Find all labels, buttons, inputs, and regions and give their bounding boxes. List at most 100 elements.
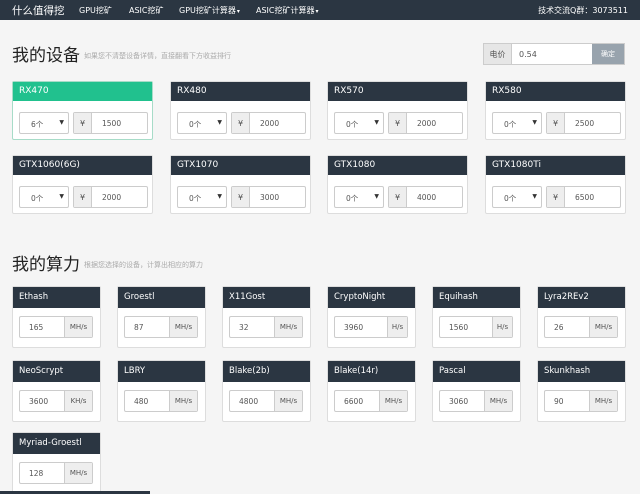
device-price-group: ¥6500 [546, 186, 621, 208]
nav-item-gpu-mining[interactable]: GPU挖矿 [79, 5, 112, 16]
hashrate-input[interactable]: 6600 [335, 391, 379, 411]
algo-card-skunkhash: Skunkhash 90 MH/s [537, 360, 626, 422]
device-name: RX580 [486, 82, 625, 101]
electricity-price-input[interactable] [512, 44, 592, 64]
dropdown-arrow-icon: ▼ [374, 119, 379, 126]
hashrate-input[interactable]: 32 [230, 317, 274, 337]
hashrate-unit: MH/s [169, 391, 197, 411]
algo-card-blake-14r: Blake(14r) 6600 MH/s [327, 360, 416, 422]
algo-name: Blake(14r) [328, 361, 415, 382]
hashrate-input[interactable]: 3600 [20, 391, 64, 411]
device-price-input[interactable]: 4000 [407, 187, 462, 207]
algo-name: X11Gost [223, 287, 310, 308]
hashrate-input[interactable]: 1560 [440, 317, 492, 337]
device-card-gtx1060-6g: GTX1060(6G) 0个 ▼ ¥2000 [12, 155, 153, 214]
electricity-price-group: 电价 确定 [483, 43, 625, 65]
hashrate-input[interactable]: 480 [125, 391, 169, 411]
yen-icon: ¥ [74, 113, 92, 133]
yen-icon: ¥ [232, 187, 250, 207]
hashrate-unit: MH/s [64, 317, 92, 337]
algo-name: Lyra2REv2 [538, 287, 625, 308]
hashrate-group: 32 MH/s [229, 316, 303, 338]
hashrate-section-subtitle: 根据您选择的设备，计算出相应的算力 [84, 261, 203, 269]
devices-section-title: 我的设备 [12, 46, 80, 66]
device-price-input[interactable]: 1500 [92, 113, 147, 133]
hashrate-group: 90 MH/s [544, 390, 618, 412]
device-name: GTX1060(6G) [13, 156, 152, 175]
device-price-group: ¥3000 [231, 186, 306, 208]
algo-card-neoscrypt: NeoScrypt 3600 KH/s [12, 360, 101, 422]
device-quantity-select[interactable]: 6个 ▼ [19, 112, 69, 134]
site-brand[interactable]: 什么值得挖 [12, 3, 65, 18]
hashrate-group: 480 MH/s [124, 390, 198, 412]
hashrate-group: 3600 KH/s [19, 390, 93, 412]
hashrate-group: 165 MH/s [19, 316, 93, 338]
hashrate-input[interactable]: 87 [125, 317, 169, 337]
device-price-group: ¥2500 [546, 112, 621, 134]
hashrate-section-title: 我的算力 [12, 255, 80, 275]
hashrate-unit: MH/s [484, 391, 512, 411]
device-price-input[interactable]: 2000 [250, 113, 305, 133]
dropdown-arrow-icon: ▼ [374, 193, 379, 200]
device-price-group: ¥4000 [388, 186, 463, 208]
device-price-group: ¥2000 [231, 112, 306, 134]
device-name: RX570 [328, 82, 467, 101]
hashrate-input[interactable]: 165 [20, 317, 64, 337]
algo-name: Equihash [433, 287, 520, 308]
dropdown-arrow-icon: ▼ [217, 119, 222, 126]
nav-item-asic-mining[interactable]: ASIC挖矿 [129, 5, 164, 16]
device-name: RX470 [13, 82, 152, 101]
confirm-button[interactable]: 确定 [592, 44, 624, 64]
hashrate-unit: MH/s [169, 317, 197, 337]
hashrate-input[interactable]: 90 [545, 391, 589, 411]
hashrate-input[interactable]: 4800 [230, 391, 274, 411]
device-quantity-select[interactable]: 0个 ▼ [334, 186, 384, 208]
algo-card-x11gost: X11Gost 32 MH/s [222, 286, 311, 348]
device-price-group: ¥2000 [73, 186, 148, 208]
device-quantity-select[interactable]: 0个 ▼ [177, 112, 227, 134]
algo-card-groestl: Groestl 87 MH/s [117, 286, 206, 348]
device-quantity-select[interactable]: 0个 ▼ [492, 112, 542, 134]
hashrate-unit: MH/s [379, 391, 407, 411]
nav-item-asic-calculator[interactable]: ASIC挖矿计算器▾ [256, 5, 319, 16]
hashrate-input[interactable]: 128 [20, 463, 64, 483]
device-price-input[interactable]: 2500 [565, 113, 620, 133]
dropdown-arrow-icon: ▼ [59, 193, 64, 200]
dropdown-arrow-icon: ▼ [59, 119, 64, 126]
device-price-group: ¥1500 [73, 112, 148, 134]
device-name: GTX1070 [171, 156, 310, 175]
algo-card-lbry: LBRY 480 MH/s [117, 360, 206, 422]
yen-icon: ¥ [547, 113, 565, 133]
algo-name: LBRY [118, 361, 205, 382]
yen-icon: ¥ [389, 187, 407, 207]
device-card-rx480: RX480 0个 ▼ ¥2000 [170, 81, 311, 140]
device-name: GTX1080 [328, 156, 467, 175]
yen-icon: ¥ [389, 113, 407, 133]
device-quantity-select[interactable]: 0个 ▼ [334, 112, 384, 134]
device-price-group: ¥2000 [388, 112, 463, 134]
device-quantity-select[interactable]: 0个 ▼ [177, 186, 227, 208]
device-card-gtx1080: GTX1080 0个 ▼ ¥4000 [327, 155, 468, 214]
device-quantity-select[interactable]: 0个 ▼ [19, 186, 69, 208]
electricity-price-label: 电价 [484, 44, 512, 64]
hashrate-input[interactable]: 3060 [440, 391, 484, 411]
algo-name: Groestl [118, 287, 205, 308]
algo-name: Ethash [13, 287, 100, 308]
hashrate-unit: H/s [492, 317, 512, 337]
device-name: RX480 [171, 82, 310, 101]
device-price-input[interactable]: 3000 [250, 187, 305, 207]
hashrate-unit: MH/s [274, 317, 302, 337]
device-quantity-select[interactable]: 0个 ▼ [492, 186, 542, 208]
device-price-input[interactable]: 2000 [92, 187, 147, 207]
algo-card-myriad-groestl: Myriad-Groestl 128 MH/s [12, 432, 101, 494]
device-price-input[interactable]: 2000 [407, 113, 462, 133]
hashrate-input[interactable]: 3960 [335, 317, 387, 337]
algo-name: CryptoNight [328, 287, 415, 308]
device-price-input[interactable]: 6500 [565, 187, 620, 207]
hashrate-unit: H/s [387, 317, 407, 337]
hashrate-unit: MH/s [589, 317, 617, 337]
yen-icon: ¥ [547, 187, 565, 207]
hashrate-input[interactable]: 26 [545, 317, 589, 337]
hashrate-unit: MH/s [274, 391, 302, 411]
nav-item-gpu-calculator[interactable]: GPU挖矿计算器▾ [179, 5, 240, 16]
